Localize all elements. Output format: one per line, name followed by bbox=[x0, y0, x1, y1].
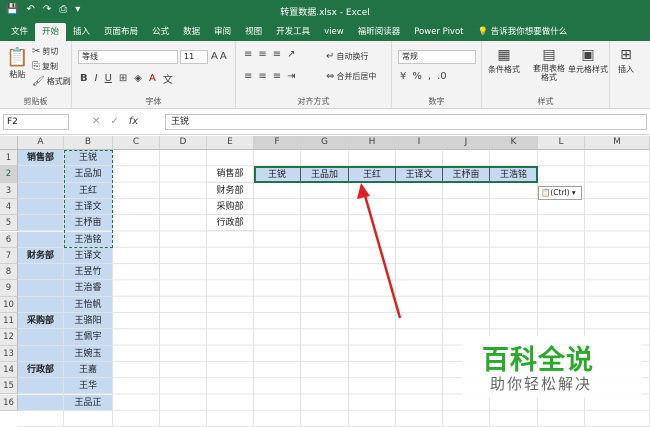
red-arrow-head bbox=[357, 183, 370, 199]
watermark-title: 百科全说 bbox=[482, 345, 594, 376]
watermark-subtitle: 助你轻松解决 bbox=[490, 375, 593, 393]
red-arrow-line bbox=[362, 191, 402, 319]
